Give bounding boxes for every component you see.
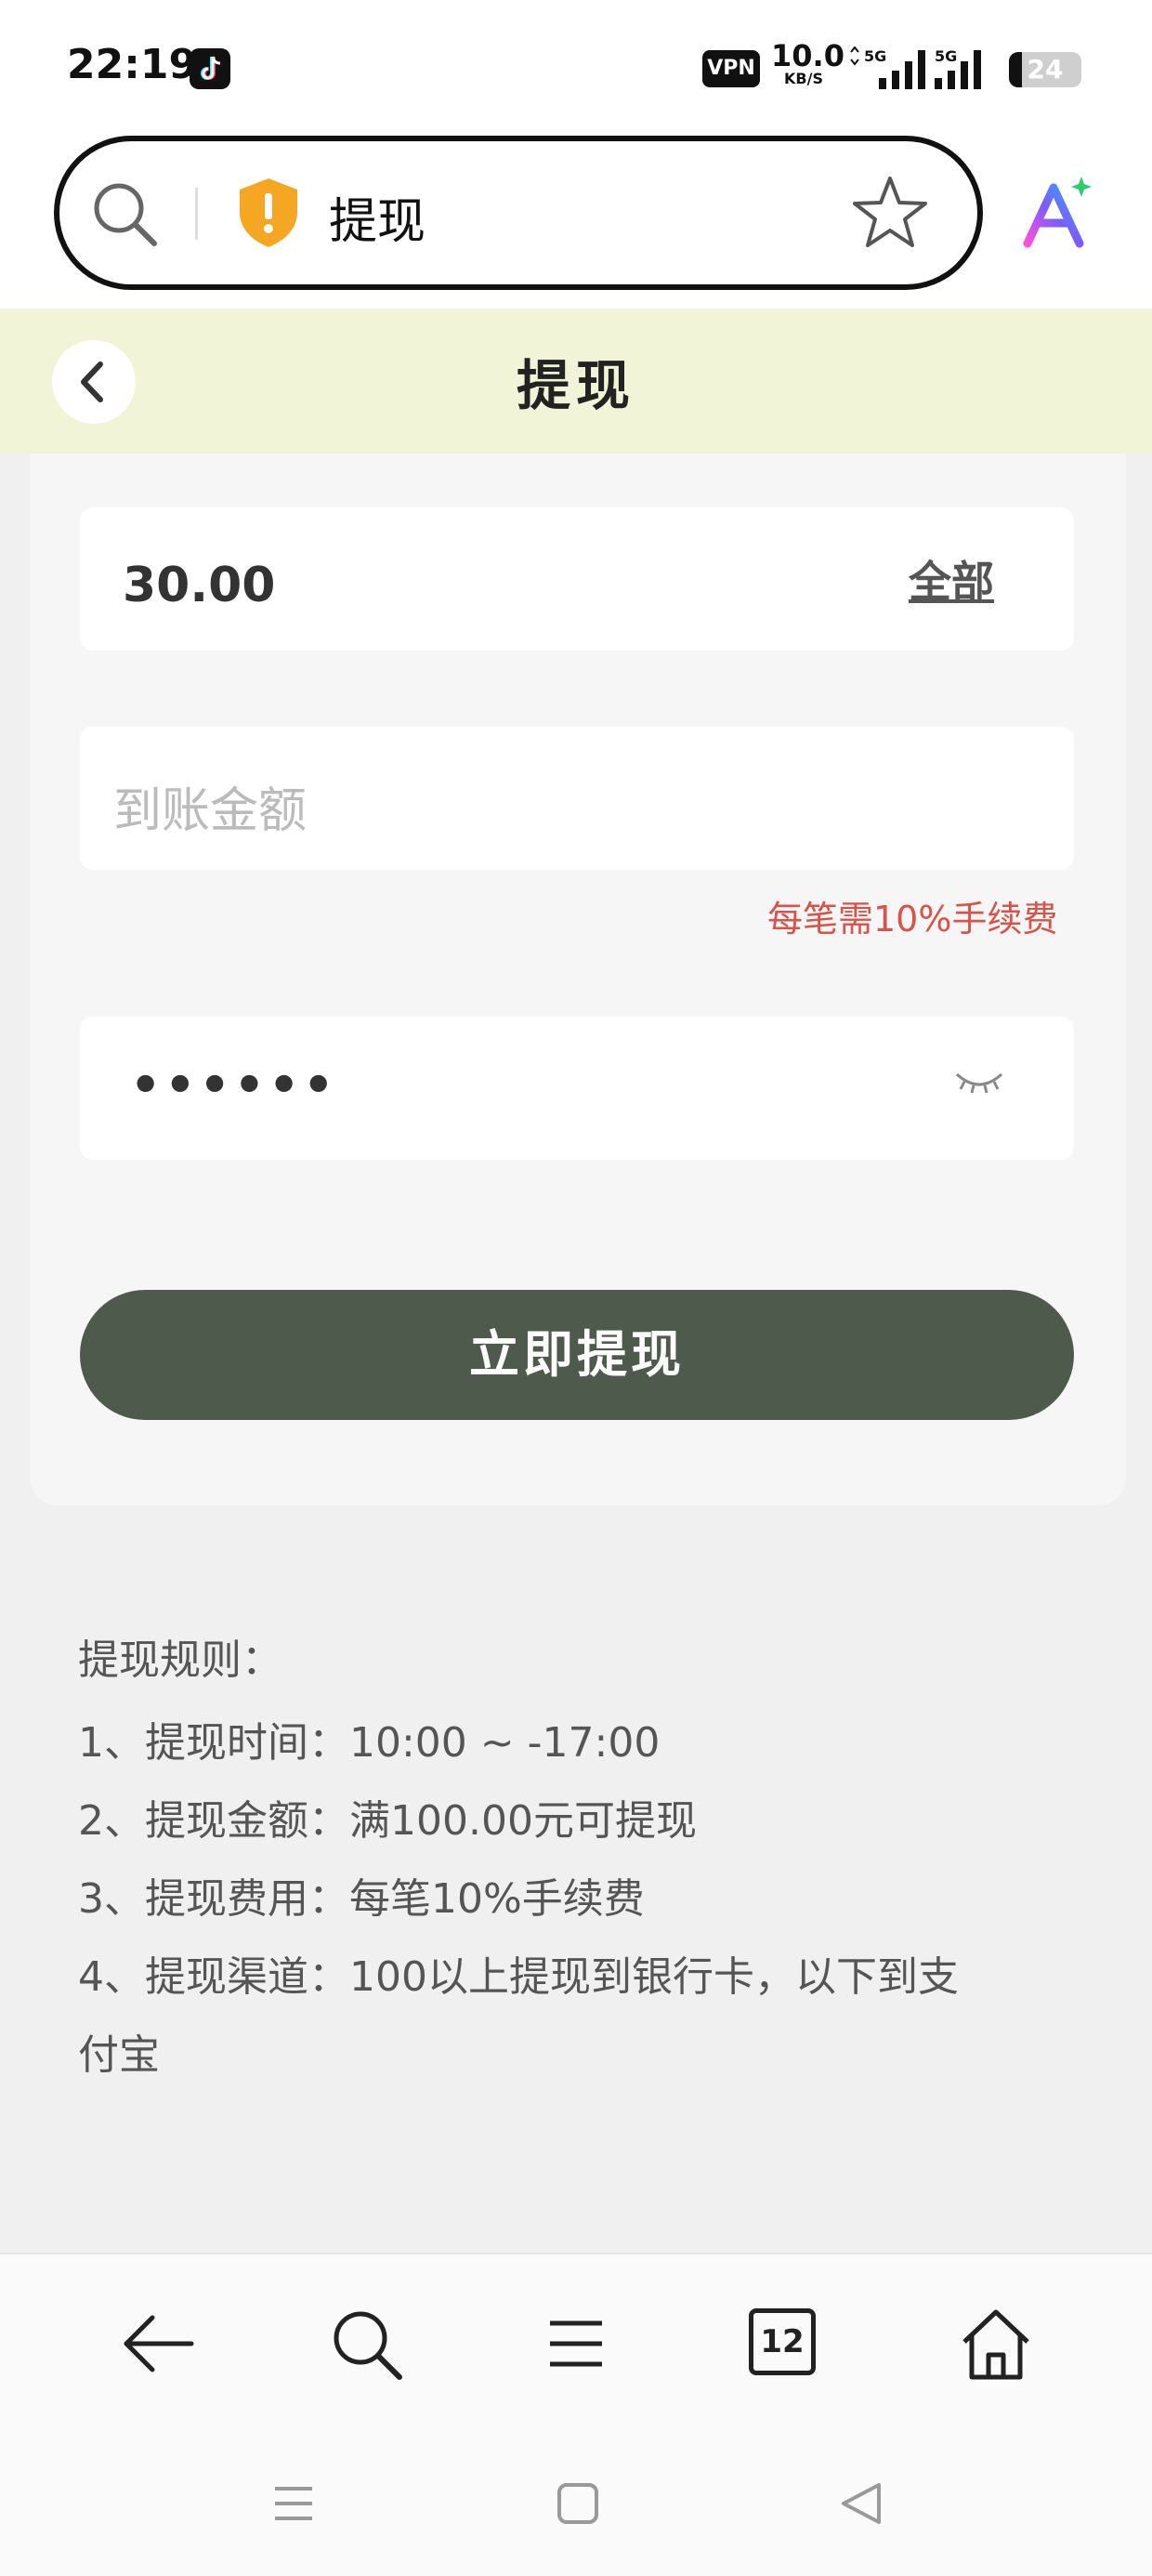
password-input[interactable]: •••••• <box>130 1058 337 1113</box>
back-arrow-icon[interactable] <box>119 2305 197 2383</box>
star-icon[interactable] <box>851 173 929 251</box>
battery-level: 24 <box>1027 54 1064 85</box>
tabs-icon[interactable]: 12 <box>749 2308 816 2375</box>
address-title[interactable]: 提现 <box>329 182 425 252</box>
signal-1-label: 5G <box>864 47 886 65</box>
rule-item: 2、提现金额：满100.00元可提现 <box>78 1797 697 1845</box>
rule-item: 4、提现渠道：100以上提现到银行卡，以下到支 <box>78 1953 959 2001</box>
received-amount-input[interactable]: 到账金额 <box>113 771 307 841</box>
recent-apps-icon[interactable] <box>268 2477 320 2530</box>
amount-input[interactable]: 30.00 <box>123 558 275 613</box>
signal-icon: 5G <box>845 46 929 91</box>
search-icon[interactable] <box>327 2305 405 2383</box>
status-time: 22:19 <box>67 41 198 88</box>
address-bar[interactable] <box>54 136 983 290</box>
signal-icon-2: 5G <box>929 46 1013 91</box>
rules-title: 提现规则： <box>78 1636 282 1684</box>
home-square-icon[interactable] <box>552 2477 604 2530</box>
withdraw-submit-button[interactable]: 立即提现 <box>80 1290 1074 1420</box>
ai-assistant-icon[interactable] <box>1020 175 1096 251</box>
fee-note: 每笔需10%手续费 <box>767 899 1058 940</box>
search-icon[interactable] <box>87 177 162 251</box>
vpn-badge: VPN <box>702 50 760 87</box>
network-speed-value: 10.0 <box>771 38 844 73</box>
home-icon[interactable] <box>957 2305 1035 2383</box>
shield-warning-icon[interactable] <box>236 177 301 249</box>
tiktok-icon <box>190 48 230 89</box>
page-title: 提现 <box>516 354 635 417</box>
menu-icon[interactable] <box>537 2305 615 2383</box>
back-triangle-icon[interactable] <box>836 2477 888 2530</box>
rule-item: 付宝 <box>78 2031 160 2079</box>
all-amount-button[interactable]: 全部 <box>909 548 994 610</box>
signal-2-label: 5G <box>935 47 957 65</box>
address-divider <box>195 188 198 240</box>
rule-item: 1、提现时间：10:00 ~ -17:00 <box>78 1719 661 1767</box>
battery-icon: 24 <box>1009 52 1081 87</box>
rule-item: 3、提现费用：每笔10%手续费 <box>78 1875 645 1923</box>
network-speed: 10.0 KB/S <box>771 38 844 87</box>
eye-closed-icon[interactable] <box>953 1069 1005 1098</box>
